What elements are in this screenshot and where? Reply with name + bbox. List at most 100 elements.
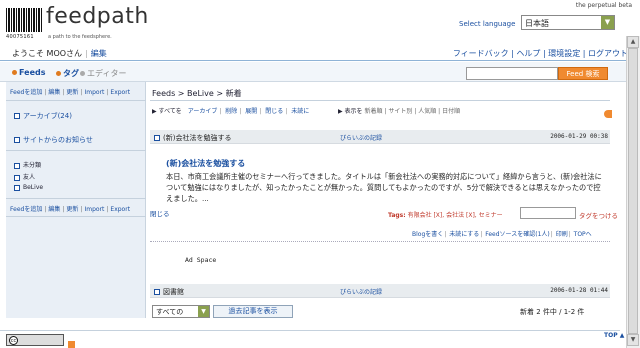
arrow-up-icon: ▲ <box>619 332 625 339</box>
expand-icon <box>14 184 20 191</box>
divider <box>150 241 610 242</box>
sidebar-item-uncategorized[interactable]: 未分類 <box>14 160 41 169</box>
mark-unread-action[interactable]: 未読に <box>291 108 309 115</box>
sidebar-item-archive[interactable]: アーカイブ(24) <box>14 111 72 121</box>
display-bar: ▶ 表示を 新着順 | サイト別 | 人気順 | 日付順 <box>338 108 461 115</box>
sort-date[interactable]: 日付順 <box>442 108 460 115</box>
tags-label: Tags: <box>388 212 406 219</box>
divider <box>6 150 146 151</box>
checkbox[interactable] <box>154 135 160 141</box>
expand-icon <box>14 113 20 119</box>
rss-icon[interactable] <box>68 341 75 348</box>
top-links: フィードバック | ヘルプ | 環境設定 | ログアウト <box>452 49 628 58</box>
sidebar-item-belive[interactable]: BeLive <box>14 184 43 191</box>
tag-item[interactable]: 会社法 [X] <box>446 212 475 219</box>
checkbox[interactable] <box>154 289 160 295</box>
refresh-link[interactable]: 更新 <box>66 89 78 96</box>
filter-all[interactable]: すべてを <box>159 108 182 115</box>
bullet-icon <box>80 71 85 76</box>
feedback-link[interactable]: フィードバック <box>453 49 509 58</box>
tag-item[interactable]: セミナー <box>479 212 503 219</box>
help-link[interactable]: ヘルプ <box>516 49 540 58</box>
entry-title[interactable]: 図書館 <box>154 287 184 297</box>
sort-site[interactable]: サイト別 <box>388 108 412 115</box>
welcome-bar: ようこそ MOOさん | 編集 <box>12 49 107 58</box>
sidebar-actions-bottom: Feedを追加 | 編集 | 更新 | Import | Export <box>10 206 131 213</box>
settings-link[interactable]: 環境設定 <box>548 49 580 58</box>
refresh-link[interactable]: 更新 <box>66 206 78 213</box>
entry-row[interactable]: 図書館 ぴらいぶの記録 2006-01-28 01:44 <box>150 284 610 298</box>
entry-source[interactable]: ぴらいぶの記録 <box>340 133 382 142</box>
import-link[interactable]: Import <box>84 206 104 213</box>
breadcrumb: Feeds > BeLive > 新着 <box>152 89 242 98</box>
language-select[interactable]: 日本語 ▼ <box>521 15 615 30</box>
logout-link[interactable]: ログアウト <box>588 49 628 58</box>
feed-search-input[interactable] <box>466 67 558 80</box>
export-link[interactable]: Export <box>110 206 130 213</box>
tags-row: Tags: 有限会社 [X], 会社法 [X], セミナー <box>388 212 503 219</box>
expand-action[interactable]: 展開 <box>245 108 257 115</box>
per-page-value: すべての <box>156 308 184 316</box>
divider <box>150 100 610 101</box>
expand-icon <box>14 162 20 169</box>
tab-feeds[interactable]: Feeds <box>12 68 45 77</box>
divider <box>6 198 146 199</box>
welcome-text: ようこそ MOOさん <box>12 49 83 58</box>
add-feed-link[interactable]: Feedを追加 <box>10 89 42 96</box>
export-link[interactable]: Export <box>110 89 130 96</box>
collapse-action[interactable]: 閉じる <box>265 108 283 115</box>
logo-tagline: a path to the feedsphere. <box>48 34 112 40</box>
sidebar-item-friends[interactable]: 友人 <box>14 172 35 181</box>
entry-date: 2006-01-28 01:44 <box>550 287 608 294</box>
print-link[interactable]: 印刷 <box>556 231 568 238</box>
close-entry-link[interactable]: 閉じる <box>150 208 170 218</box>
add-tag-button[interactable]: タグをつける <box>579 210 618 220</box>
edit-user-link[interactable]: 編集 <box>91 49 107 58</box>
per-page-select[interactable]: すべての ▼ <box>152 305 210 318</box>
import-link[interactable]: Import <box>84 89 104 96</box>
divider <box>6 100 146 101</box>
beta-label: the perpetual beta <box>575 2 632 9</box>
sidebar-actions-top: Feedを追加 | 編集 | 更新 | Import | Export <box>10 89 131 96</box>
scroll-up-icon[interactable]: ▲ <box>627 36 639 48</box>
tag-input[interactable] <box>520 207 576 219</box>
sidebar: Feedを追加 | 編集 | 更新 | Import | Export アーカイブ(24) サイ… <box>6 82 146 318</box>
cc-icon: cc <box>9 336 18 345</box>
delete-action[interactable]: 削除 <box>225 108 237 115</box>
add-feed-link[interactable]: Feedを追加 <box>10 206 42 213</box>
arrow-icon: ▶ <box>152 108 157 115</box>
sort-popular[interactable]: 人気順 <box>418 108 436 115</box>
write-blog-link[interactable]: Blogを書く <box>412 231 443 238</box>
archive-action[interactable]: アーカイブ <box>188 108 218 115</box>
logo-word: feedpath <box>46 4 149 29</box>
edit-link[interactable]: 編集 <box>48 206 60 213</box>
expand-icon <box>14 137 20 143</box>
chevron-down-icon: ▼ <box>601 16 614 29</box>
feed-search-button[interactable]: Feed 検索 <box>558 67 608 80</box>
expand-icon <box>14 174 20 181</box>
sort-newest[interactable]: 新着順 <box>364 108 382 115</box>
feed-source-link[interactable]: Feedソースを確認(1人) <box>485 231 550 238</box>
edit-link[interactable]: 編集 <box>48 89 60 96</box>
entry-row[interactable]: (新)会社法を勉強する ぴらいぶの記録 2006-01-29 00:38 <box>150 130 610 144</box>
panel-handle-icon[interactable] <box>604 110 612 118</box>
scroll-thumb[interactable] <box>628 48 638 334</box>
feedpath-logo[interactable]: 40075161 feedpath a path to the feedsphe… <box>6 4 156 40</box>
entry-title[interactable]: (新)会社法を勉強する <box>154 133 231 143</box>
show-past-button[interactable]: 過去記事を表示 <box>213 305 293 318</box>
top-link[interactable]: TOPへ <box>574 231 592 238</box>
entry-detail-title[interactable]: (新)会社法を勉強する <box>166 158 245 169</box>
language-value: 日本語 <box>525 19 549 28</box>
entry-source[interactable]: ぴらいぶの記録 <box>340 287 382 296</box>
pager-info: 新着 2 件中 / 1-2 件 <box>520 308 585 316</box>
mark-unread-link[interactable]: 未読にする <box>449 231 479 238</box>
tab-editor[interactable]: エディター <box>80 68 126 79</box>
barcode-icon <box>6 8 42 32</box>
sidebar-item-notices[interactable]: サイトからのお知らせ <box>14 135 93 145</box>
tag-item[interactable]: 有限会社 [X] <box>408 212 443 219</box>
arrow-icon: ▶ <box>338 108 343 115</box>
back-to-top-link[interactable]: TOP ▲ <box>604 332 624 339</box>
tab-tags[interactable]: タグ <box>56 68 79 79</box>
creative-commons-badge[interactable]: cc <box>6 334 64 346</box>
scroll-down-icon[interactable]: ▼ <box>627 334 639 346</box>
